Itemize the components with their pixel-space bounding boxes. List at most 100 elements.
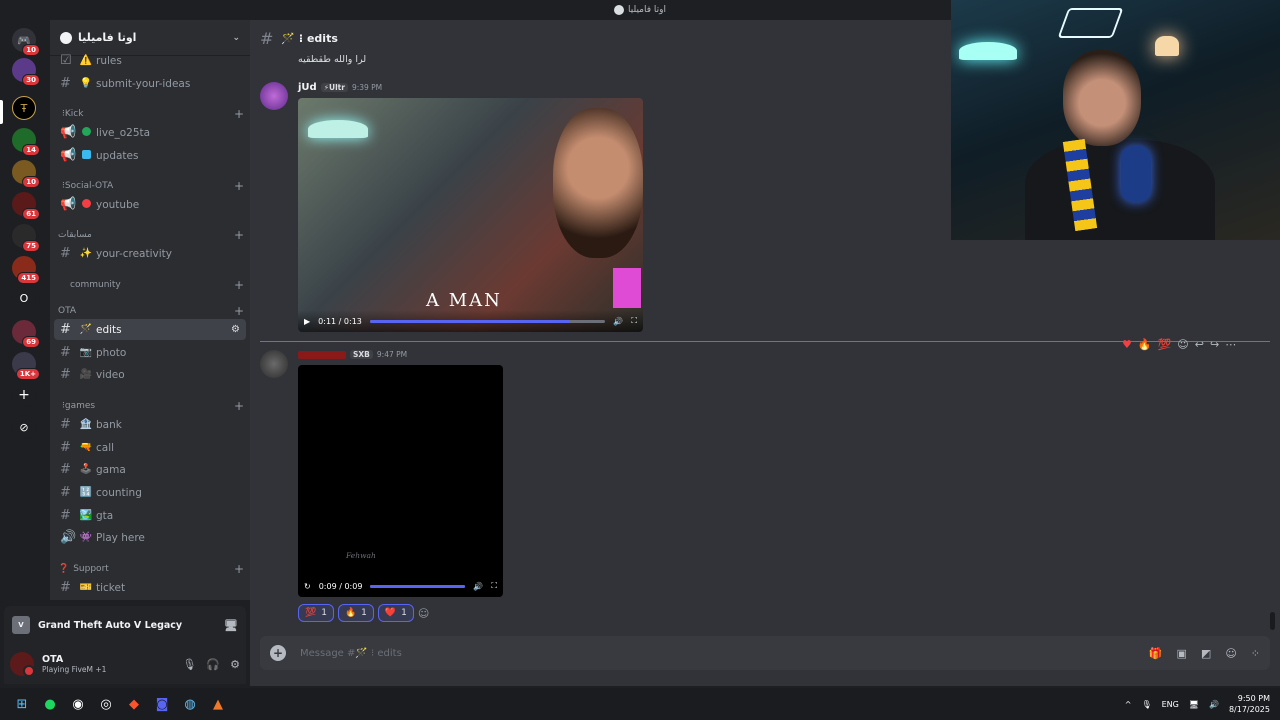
language-indicator[interactable]: ENG <box>1162 700 1179 709</box>
channel-gta[interactable]: # 🏞️ gta <box>54 505 246 526</box>
app-icon[interactable]: ▲ <box>204 690 232 718</box>
gear-icon[interactable]: ⚙ <box>230 658 240 671</box>
channel-bank[interactable]: # 🏦 bank <box>54 414 246 435</box>
microphone-icon[interactable]: 🎙 <box>1141 700 1151 709</box>
server-icon[interactable]: 415 <box>12 256 40 284</box>
user-panel: OTA Playing FiveM +1 🎙 🎧 ⚙ <box>4 644 246 684</box>
category-support[interactable]: ❓ Support + <box>58 562 244 576</box>
avatar[interactable] <box>260 350 288 378</box>
microphone-icon[interactable]: 🎙 <box>182 658 196 671</box>
category-kick[interactable]: ⁝ Kick + <box>58 107 244 121</box>
avatar[interactable] <box>260 82 288 110</box>
add-channel-icon[interactable]: + <box>234 304 244 318</box>
add-channel-icon[interactable]: + <box>234 278 244 292</box>
heart-reaction-icon[interactable]: ♥ <box>1122 338 1132 351</box>
channel-video[interactable]: # 🎥 video <box>54 364 246 385</box>
more-icon[interactable]: ⋯ <box>1225 338 1236 351</box>
emoji-icon[interactable]: ☺ <box>1225 647 1236 660</box>
video-attachment[interactable]: A MAN ▶ 0:11 / 0:13 🔊 ⛶ <box>298 98 643 332</box>
clock[interactable]: 9:50 PM 8/17/2025 <box>1229 693 1270 715</box>
add-server-icon[interactable]: + <box>12 383 36 407</box>
category-community[interactable]: community + <box>58 278 244 292</box>
fullscreen-icon[interactable]: ⛶ <box>491 581 497 591</box>
category-contests[interactable]: مسابقات + <box>58 228 244 242</box>
chevron-up-icon[interactable]: ^ <box>1125 700 1132 709</box>
add-channel-icon[interactable]: + <box>234 228 244 242</box>
category-games[interactable]: ⁝ games + <box>58 399 244 413</box>
channel-your-creativity[interactable]: # ✨ your-creativity <box>54 243 246 264</box>
channel-play-here[interactable]: 🔊 👾 Play here <box>54 527 246 548</box>
category-social[interactable]: ⁝ Social-OTA + <box>58 179 244 193</box>
add-channel-icon[interactable]: + <box>234 179 244 193</box>
server-icon[interactable]: 61 <box>12 192 40 220</box>
network-icon[interactable]: 🖥 <box>1189 700 1199 709</box>
avatar[interactable] <box>10 652 35 677</box>
apps-icon[interactable]: ⁘ <box>1251 647 1260 660</box>
server-icon[interactable]: 75 <box>12 224 40 252</box>
fire-reaction-icon[interactable]: 🔥 <box>1138 338 1152 351</box>
channel-settings-icon[interactable]: ⚙ <box>231 324 240 335</box>
explore-icon[interactable]: ⊘ <box>12 415 36 439</box>
server-icon[interactable]: 14 <box>12 128 40 156</box>
server-icon[interactable]: 69 <box>12 320 40 348</box>
spotify-icon[interactable]: ● <box>36 690 64 718</box>
channel-submit-your-ideas[interactable]: # 💡 submit-your-ideas <box>54 73 246 94</box>
category-ota[interactable]: OTA + <box>58 304 244 318</box>
hundred-reaction-icon[interactable]: 💯 <box>1158 338 1172 351</box>
add-channel-icon[interactable]: + <box>234 399 244 413</box>
reaction-hundred[interactable]: 💯 1 <box>298 604 334 622</box>
channel-gama[interactable]: # 🕹️ gama <box>54 459 246 480</box>
server-icon[interactable]: 10 <box>12 160 40 188</box>
server-icon[interactable]: 1K+ <box>12 352 40 380</box>
brave-icon[interactable]: ◆ <box>120 690 148 718</box>
video-progress-bar[interactable] <box>370 584 466 588</box>
channel-updates[interactable]: 📢 updates <box>54 145 246 166</box>
windows-start-icon[interactable]: ⊞ <box>8 690 36 718</box>
discord-taskbar-icon[interactable]: ◙ <box>148 690 176 718</box>
fullscreen-icon[interactable]: ⛶ <box>631 316 637 326</box>
add-channel-icon[interactable]: + <box>234 107 244 121</box>
author-name[interactable] <box>298 350 346 359</box>
channel-edits[interactable]: # 🪄 edits ⚙ <box>54 319 246 340</box>
steam-icon[interactable]: ◍ <box>176 690 204 718</box>
add-reaction-icon[interactable]: ☺ <box>418 604 434 622</box>
discord-home-icon[interactable]: 🎮 10 <box>12 28 40 56</box>
obs-icon[interactable]: ◉ <box>64 690 92 718</box>
reaction-heart[interactable]: ❤️ 1 <box>377 604 414 622</box>
channel-call[interactable]: # 🔫 call <box>54 437 246 458</box>
attach-plus-icon[interactable]: + <box>270 645 286 661</box>
author-name[interactable]: jUd <box>298 82 317 93</box>
chrome-icon[interactable]: ◎ <box>92 690 120 718</box>
scrollbar[interactable] <box>1270 612 1275 630</box>
channel-title: edits <box>306 31 338 45</box>
add-reaction-icon[interactable]: ☺ <box>1177 338 1188 351</box>
gift-icon[interactable]: 🎁 <box>1149 647 1163 660</box>
server-letter-icon[interactable]: O <box>12 286 36 310</box>
gif-icon[interactable]: ▣ <box>1177 647 1187 660</box>
channel-photo[interactable]: # 📷 photo <box>54 342 246 363</box>
channel-live[interactable]: 📢 live_o25ta <box>54 122 246 143</box>
volume-icon[interactable]: 🔊 <box>613 317 623 326</box>
play-icon[interactable]: ▶ <box>304 317 310 326</box>
video-progress-bar[interactable] <box>369 319 606 323</box>
reaction-fire[interactable]: 🔥 1 <box>337 604 374 622</box>
channel-ticket[interactable]: # 🎫 ticket <box>54 577 246 598</box>
replay-icon[interactable]: ↻ <box>304 582 311 591</box>
channel-youtube[interactable]: 📢 youtube <box>54 194 246 215</box>
add-channel-icon[interactable]: + <box>234 562 244 576</box>
user-info[interactable]: OTA Playing FiveM +1 <box>42 654 106 674</box>
volume-icon[interactable]: 🔊 <box>1209 700 1219 709</box>
volume-icon[interactable]: 🔊 <box>473 582 483 591</box>
channel-rules[interactable]: ☑ ⚠️ rules <box>54 50 246 71</box>
server-ota-icon[interactable]: Ŧ <box>12 96 36 120</box>
reply-icon[interactable]: ↩ <box>1195 338 1204 351</box>
sticker-icon[interactable]: ◩ <box>1201 647 1211 660</box>
channel-counting[interactable]: # 🔢 counting <box>54 482 246 503</box>
video-attachment[interactable]: Fehwah ↻ 0:09 / 0:09 🔊 ⛶ <box>298 365 503 597</box>
message-input[interactable]: Message #🪄 ⁝ edits <box>300 648 402 659</box>
headphones-icon[interactable]: 🎧 <box>206 658 220 671</box>
forward-icon[interactable]: ↪ <box>1210 338 1219 351</box>
screen-share-icon[interactable]: 🖥 <box>224 619 238 632</box>
activity-panel[interactable]: V Grand Theft Auto V Legacy 🖥 <box>4 606 246 644</box>
server-icon[interactable]: 30 <box>12 58 40 86</box>
